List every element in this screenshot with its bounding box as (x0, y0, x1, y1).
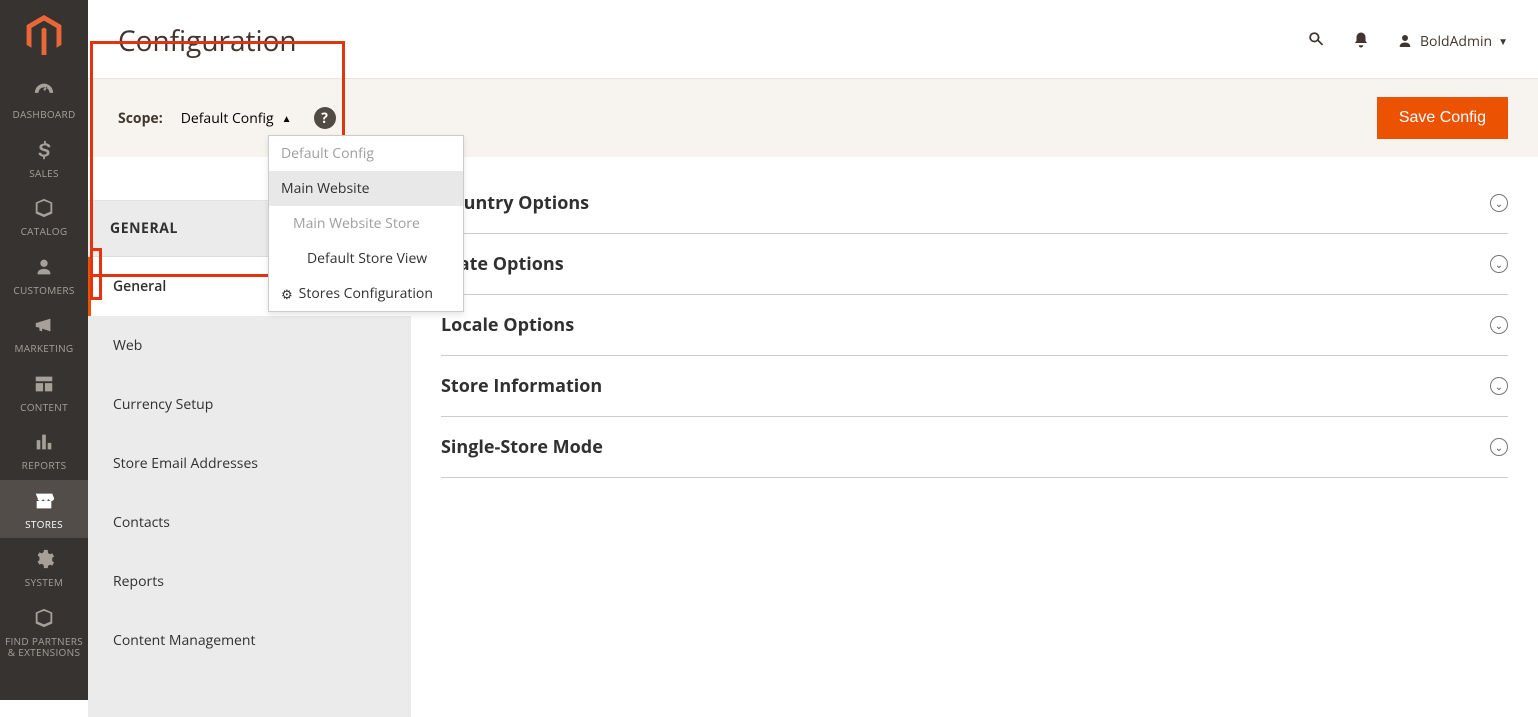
scope-option-main-website[interactable]: Main Website (269, 171, 463, 206)
scope-option-stores-configuration[interactable]: ⚙ Stores Configuration (269, 276, 463, 311)
nav-content[interactable]: CONTENT (0, 363, 88, 422)
storefront-icon (33, 490, 55, 515)
bars-icon (33, 431, 55, 456)
nav-dashboard[interactable]: DASHBOARD (0, 70, 88, 129)
caret-down-icon: ▼ (1498, 34, 1508, 48)
config-nav-label: Store Email Addresses (113, 454, 258, 473)
chevron-down-icon: ⌄ (1490, 194, 1508, 212)
nav-label: CUSTOMERS (13, 285, 74, 297)
scope-option-label: Default Store View (307, 249, 427, 268)
nav-customers[interactable]: CUSTOMERS (0, 246, 88, 305)
config-nav-label: Currency Setup (113, 395, 213, 414)
nav-sales[interactable]: SALES (0, 129, 88, 188)
admin-sidebar: DASHBOARD SALES CATALOG CUSTOMERS MARKET… (0, 0, 88, 700)
puzzle-icon (33, 607, 55, 632)
config-nav-label: General (113, 277, 166, 296)
config-nav-reports[interactable]: Reports (88, 552, 411, 611)
gauge-icon (33, 80, 55, 105)
search-icon[interactable] (1306, 28, 1326, 55)
scope-option-main-website-store[interactable]: Main Website Store (269, 206, 463, 241)
scope-selector[interactable]: Default Config ▲ (181, 109, 292, 128)
chevron-down-icon: ⌄ (1490, 438, 1508, 456)
scope-option-label: Main Website (281, 179, 370, 198)
chevron-down-icon: ⌄ (1490, 255, 1508, 273)
scope-bar: Scope: Default Config ▲ ? Save Config De… (88, 78, 1538, 157)
section-title: Single-Store Mode (441, 435, 603, 459)
config-nav-content-management[interactable]: Content Management (88, 611, 411, 670)
config-group-label: GENERAL (110, 219, 178, 238)
section-title: Locale Options (441, 313, 574, 337)
config-nav-label: Contacts (113, 513, 170, 532)
nav-partners[interactable]: FIND PARTNERS & EXTENSIONS (0, 597, 88, 667)
caret-up-icon: ▲ (282, 111, 292, 125)
config-nav-currency-setup[interactable]: Currency Setup (88, 375, 411, 434)
nav-reports[interactable]: REPORTS (0, 421, 88, 480)
save-config-button[interactable]: Save Config (1377, 97, 1508, 139)
config-nav-contacts[interactable]: Contacts (88, 493, 411, 552)
help-icon[interactable]: ? (314, 107, 336, 129)
nav-label: DASHBOARD (12, 109, 75, 121)
magento-logo[interactable] (0, 0, 88, 70)
box-icon (33, 197, 55, 222)
page-header: Configuration BoldAdmin ▼ (88, 0, 1538, 78)
nav-system[interactable]: SYSTEM (0, 538, 88, 597)
page-title: Configuration (118, 22, 297, 60)
scope-option-label: Stores Configuration (299, 284, 433, 303)
section-locale-options[interactable]: Locale Options ⌄ (441, 295, 1508, 356)
config-nav-store-email-addresses[interactable]: Store Email Addresses (88, 434, 411, 493)
layout-icon (33, 373, 55, 398)
nav-label: CONTENT (20, 402, 68, 414)
chevron-down-icon: ⌄ (1490, 377, 1508, 395)
nav-label: STORES (25, 519, 63, 531)
scope-selected-value: Default Config (181, 109, 274, 128)
section-single-store-mode[interactable]: Single-Store Mode ⌄ (441, 417, 1508, 478)
user-menu[interactable]: BoldAdmin ▼ (1396, 32, 1508, 51)
scope-label: Scope: (118, 109, 163, 128)
person-icon (33, 256, 55, 281)
nav-label: REPORTS (22, 460, 67, 472)
user-label: BoldAdmin (1420, 32, 1492, 51)
config-nav-label: Web (113, 336, 142, 355)
gear-icon: ⚙ (281, 285, 293, 303)
nav-label: CATALOG (21, 226, 68, 238)
scope-option-default-config[interactable]: Default Config (269, 136, 463, 171)
nav-marketing[interactable]: MARKETING (0, 304, 88, 363)
config-main: Country Options ⌄ State Options ⌄ Locale… (411, 157, 1538, 518)
nav-stores[interactable]: STORES (0, 480, 88, 539)
config-nav-web[interactable]: Web (88, 316, 411, 375)
config-nav-label: Reports (113, 572, 164, 591)
config-nav-label: Content Management (113, 631, 256, 650)
section-state-options[interactable]: State Options ⌄ (441, 234, 1508, 295)
gear-icon (33, 548, 55, 573)
nav-label: MARKETING (15, 343, 74, 355)
nav-label: FIND PARTNERS & EXTENSIONS (4, 636, 84, 659)
chevron-down-icon: ⌄ (1490, 316, 1508, 334)
nav-label: SALES (29, 168, 59, 180)
dollar-icon (33, 139, 55, 164)
notifications-icon[interactable] (1352, 28, 1370, 55)
section-store-information[interactable]: Store Information ⌄ (441, 356, 1508, 417)
scope-dropdown: Default Config Main Website Main Website… (268, 135, 464, 312)
scope-option-default-store-view[interactable]: Default Store View (269, 241, 463, 276)
scope-option-label: Default Config (281, 144, 374, 163)
megaphone-icon (33, 314, 55, 339)
nav-catalog[interactable]: CATALOG (0, 187, 88, 246)
nav-label: SYSTEM (25, 577, 63, 589)
scope-option-label: Main Website Store (293, 214, 420, 233)
user-icon (1396, 32, 1414, 50)
section-country-options[interactable]: Country Options ⌄ (441, 187, 1508, 234)
section-title: Store Information (441, 374, 602, 398)
